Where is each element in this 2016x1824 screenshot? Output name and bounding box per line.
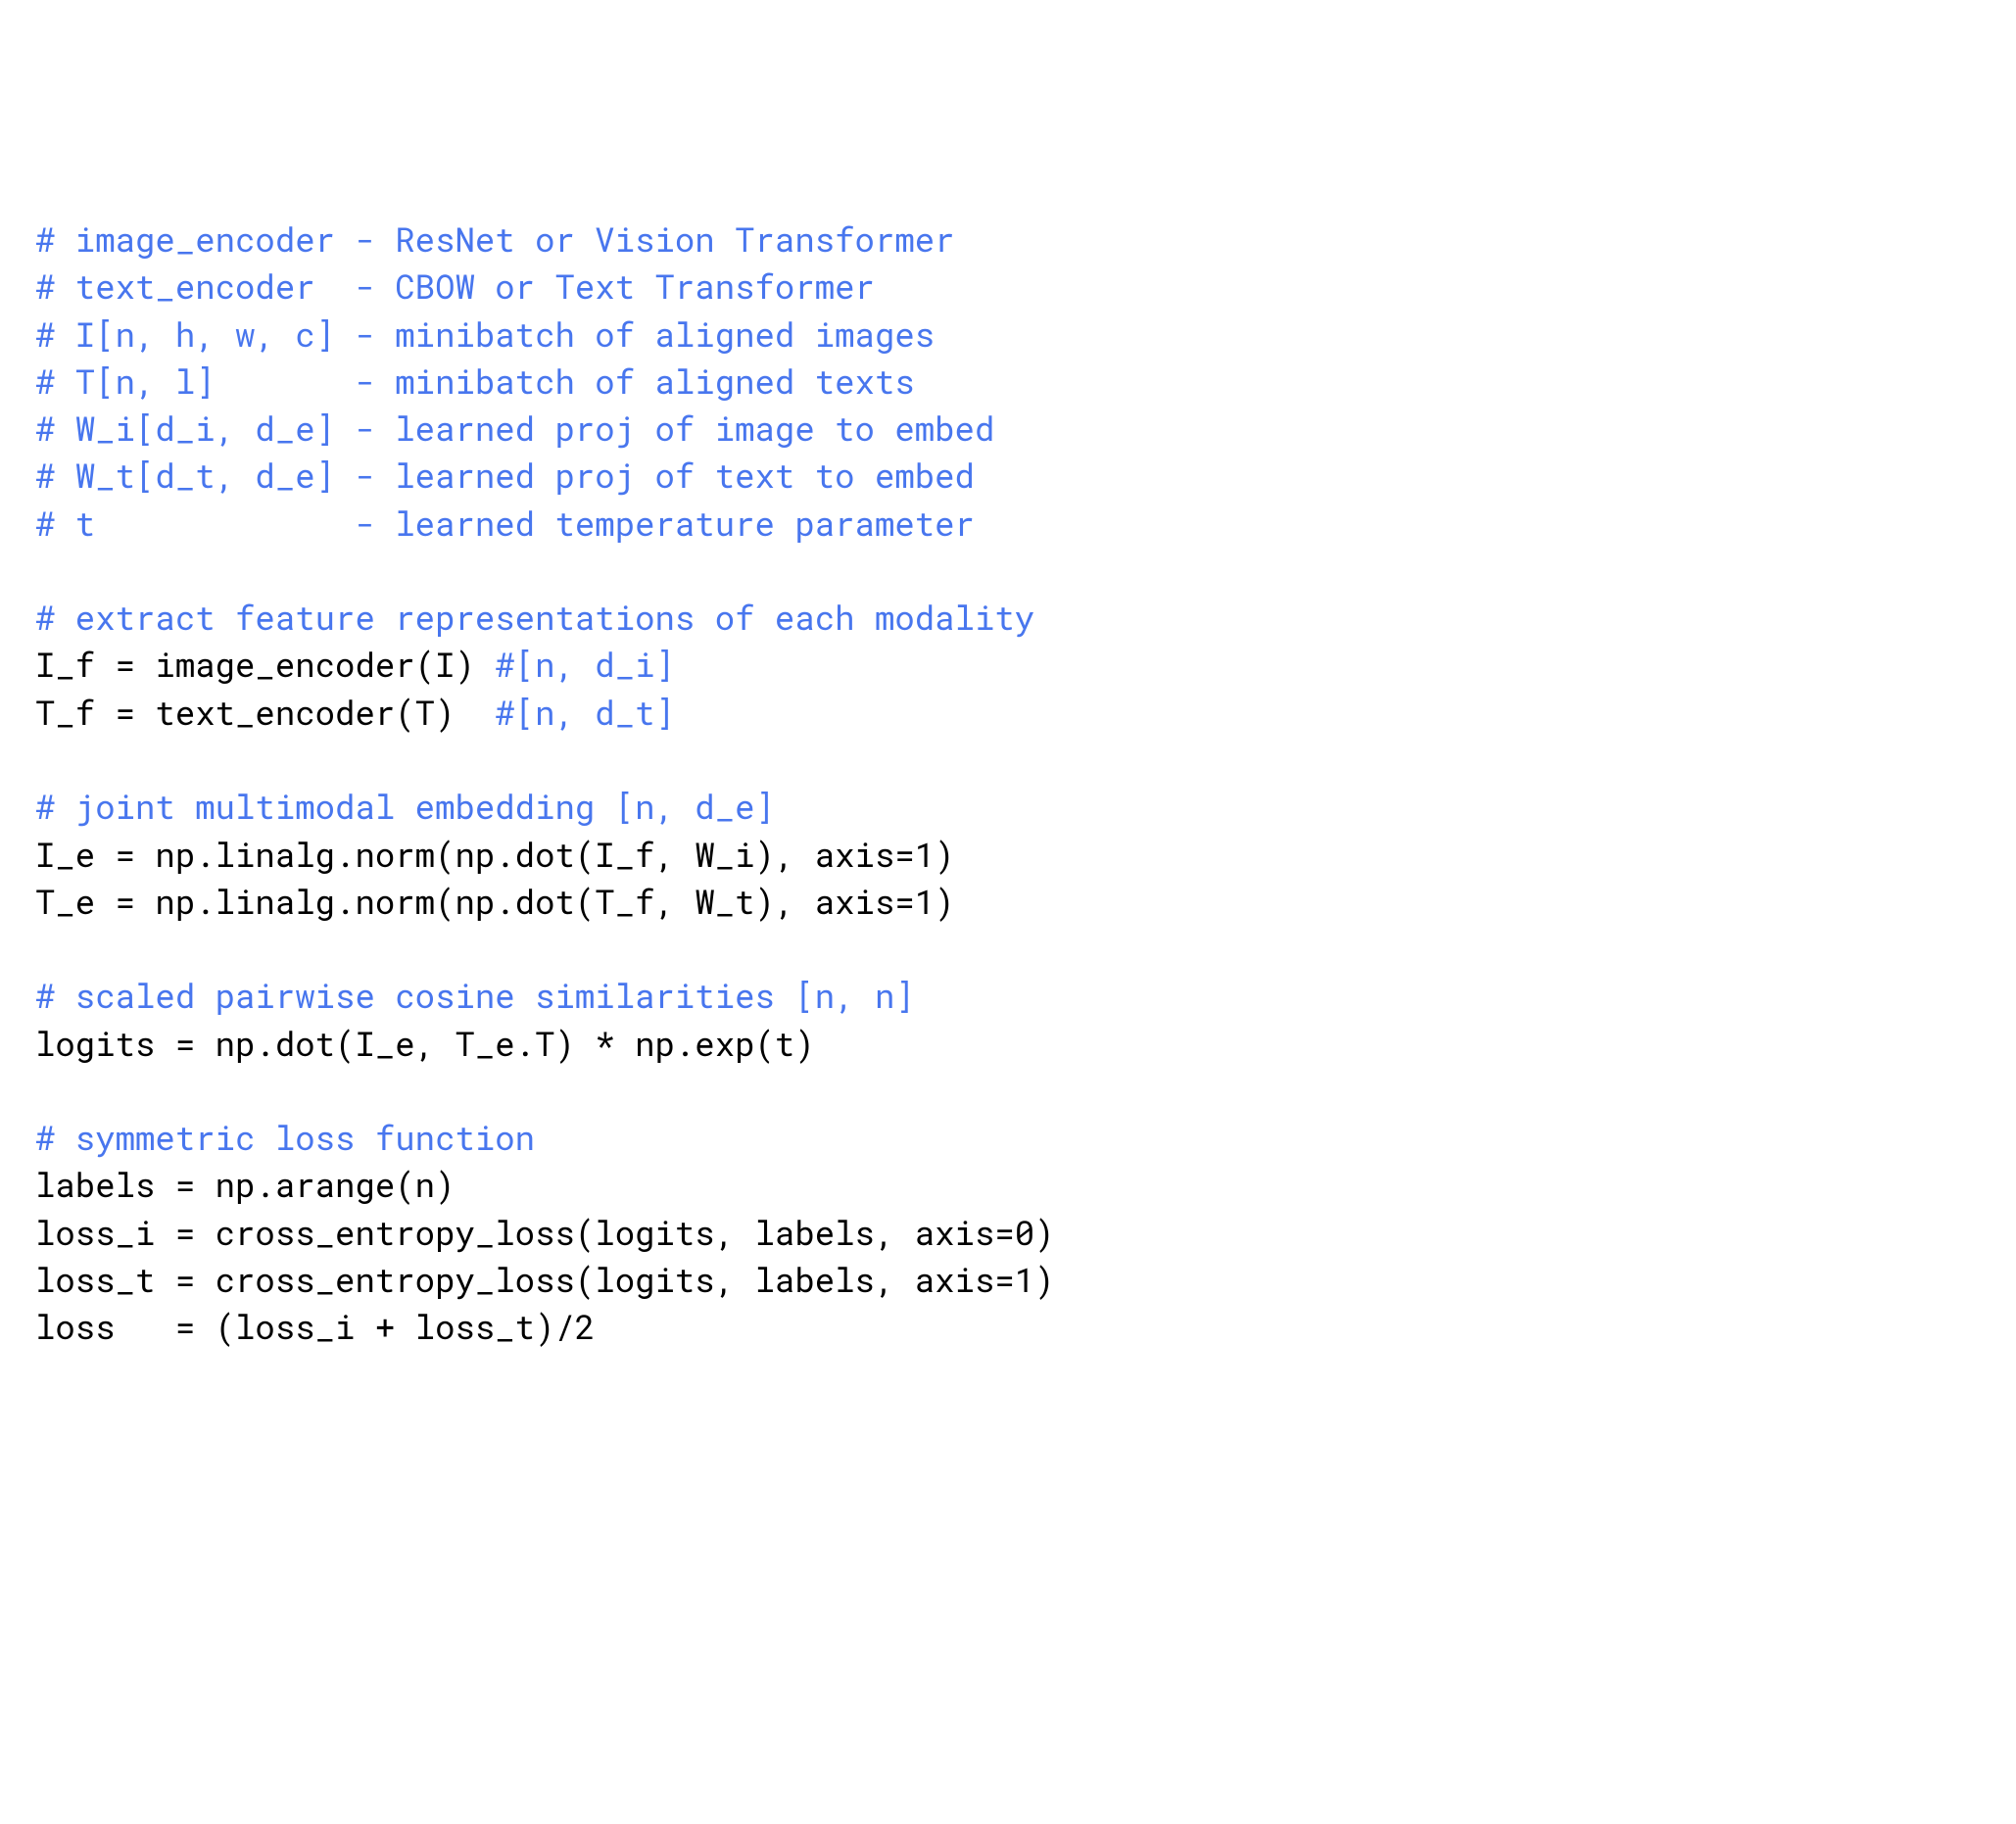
code-line: loss_t = cross_entropy_loss(logits, labe… [35, 1257, 1981, 1304]
code-line: labels = np.arange(n) [35, 1162, 1981, 1209]
code-text: T_f = text_encoder(T) [35, 691, 495, 735]
code-line [35, 1068, 1981, 1115]
code-line: loss = (loss_i + loss_t)/2 [35, 1304, 1981, 1351]
code-line: # W_t[d_t, d_e] - learned proj of text t… [35, 453, 1981, 500]
code-line: # scaled pairwise cosine similarities [n… [35, 973, 1981, 1020]
code-text: I_e = np.linalg.norm(np.dot(I_f, W_i), a… [35, 833, 955, 877]
code-text: I_f = image_encoder(I) [35, 643, 495, 687]
code-line: # I[n, h, w, c] - minibatch of aligned i… [35, 312, 1981, 359]
code-text: T_e = np.linalg.norm(np.dot(T_f, W_t), a… [35, 880, 955, 924]
code-comment: # joint multimodal embedding [n, d_e] [35, 785, 775, 829]
code-line: # joint multimodal embedding [n, d_e] [35, 784, 1981, 831]
code-line: T_f = text_encoder(T) #[n, d_t] [35, 690, 1981, 737]
code-line: # t - learned temperature parameter [35, 501, 1981, 548]
code-comment: #[n, d_i] [495, 643, 675, 687]
code-line: # T[n, l] - minibatch of aligned texts [35, 359, 1981, 406]
code-comment: # T[n, l] - minibatch of aligned texts [35, 360, 915, 404]
code-comment: # I[n, h, w, c] - minibatch of aligned i… [35, 312, 935, 357]
code-line: # symmetric loss function [35, 1115, 1981, 1162]
code-line: I_f = image_encoder(I) #[n, d_i] [35, 642, 1981, 689]
code-line: # W_i[d_i, d_e] - learned proj of image … [35, 406, 1981, 453]
code-line: I_e = np.linalg.norm(np.dot(I_f, W_i), a… [35, 832, 1981, 879]
code-line: T_e = np.linalg.norm(np.dot(T_f, W_t), a… [35, 879, 1981, 926]
code-line [35, 737, 1981, 784]
code-comment: # image_encoder - ResNet or Vision Trans… [35, 217, 955, 262]
code-line [35, 548, 1981, 595]
pseudocode-block: # image_encoder - ResNet or Vision Trans… [35, 216, 1981, 1351]
code-comment: # extract feature representations of eac… [35, 596, 1034, 640]
code-line: # text_encoder - CBOW or Text Transforme… [35, 264, 1981, 311]
code-line: loss_i = cross_entropy_loss(logits, labe… [35, 1210, 1981, 1257]
code-text: labels = np.arange(n) [35, 1163, 455, 1207]
code-line [35, 926, 1981, 973]
code-comment: # t - learned temperature parameter [35, 502, 975, 546]
code-comment: # W_i[d_i, d_e] - learned proj of image … [35, 407, 994, 451]
code-comment: # W_t[d_t, d_e] - learned proj of text t… [35, 454, 975, 498]
code-text: loss = (loss_i + loss_t)/2 [35, 1305, 595, 1349]
code-comment: #[n, d_t] [495, 691, 675, 735]
code-text: logits = np.dot(I_e, T_e.T) * np.exp(t) [35, 1022, 815, 1066]
code-text: loss_t = cross_entropy_loss(logits, labe… [35, 1258, 1055, 1302]
code-comment: # symmetric loss function [35, 1116, 535, 1160]
code-comment: # scaled pairwise cosine similarities [n… [35, 974, 915, 1018]
code-line: # image_encoder - ResNet or Vision Trans… [35, 216, 1981, 264]
code-line: logits = np.dot(I_e, T_e.T) * np.exp(t) [35, 1021, 1981, 1068]
code-comment: # text_encoder - CBOW or Text Transforme… [35, 264, 875, 309]
code-line: # extract feature representations of eac… [35, 595, 1981, 642]
code-text: loss_i = cross_entropy_loss(logits, labe… [35, 1211, 1055, 1255]
